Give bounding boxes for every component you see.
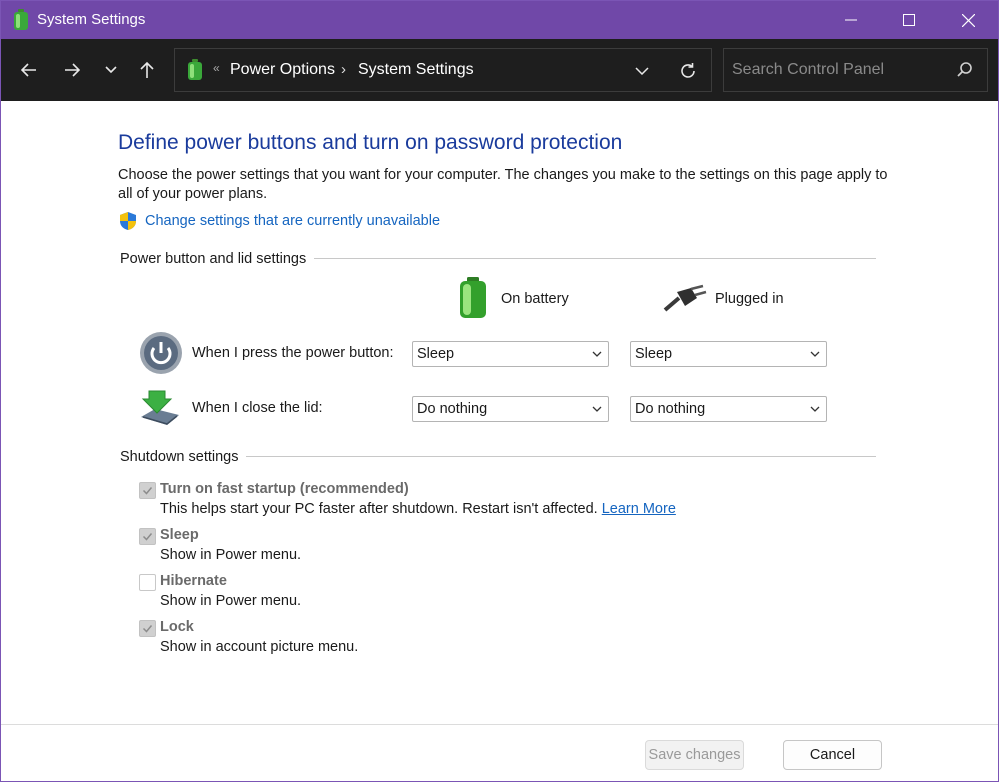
breadcrumb-chevron-icon[interactable]: › [341,61,346,78]
select-value: Sleep [635,346,673,362]
maximize-icon [903,14,915,26]
select-value: Do nothing [635,401,706,417]
power-group-divider [314,258,876,259]
fast-startup-desc-text: This helps start your PC faster after sh… [160,501,602,517]
refresh-icon [681,63,695,78]
search-box[interactable] [723,48,988,92]
battery-app-icon [14,9,28,30]
close-button[interactable] [938,1,998,39]
up-button[interactable] [132,55,162,85]
window-title: System Settings [37,11,146,28]
address-dropdown-button[interactable] [630,59,654,83]
column-plugged-in: Plugged in [715,291,784,307]
close-lid-plugged-in-select[interactable]: Do nothing [630,396,827,422]
chevron-down-icon [592,351,602,357]
breadcrumb-power-options[interactable]: Power Options [230,61,335,79]
row-label-power-button: When I press the power button: [192,345,394,361]
forward-button[interactable] [57,55,87,85]
cancel-button[interactable]: Cancel [783,740,882,770]
search-input[interactable] [732,59,952,81]
chevron-down-icon [810,351,820,357]
power-button-icon [140,332,182,374]
select-value: Sleep [417,346,455,362]
navigation-bar: « Power Options › System Settings [1,39,998,101]
search-icon[interactable] [956,61,974,79]
select-value: Do nothing [417,401,488,417]
lock-checkbox[interactable] [139,620,156,637]
chevron-down-icon [635,67,649,75]
checkmark-icon [142,487,153,495]
laptop-lid-icon [141,390,179,425]
hibernate-title: Hibernate [160,573,227,589]
row-label-close-lid: When I close the lid: [192,400,323,416]
breadcrumb-system-settings[interactable]: System Settings [358,61,474,79]
close-icon [961,13,975,27]
sleep-title: Sleep [160,527,199,543]
dialog-footer: Save changes Cancel [1,724,998,781]
power-button-on-battery-select[interactable]: Sleep [412,341,609,367]
sleep-description: Show in Power menu. [160,547,302,563]
uac-shield-icon [120,212,136,230]
column-on-battery: On battery [501,291,569,307]
fast-startup-description: This helps start your PC faster after sh… [160,501,676,517]
lock-title: Lock [160,619,194,635]
refresh-button[interactable] [675,59,701,83]
save-changes-button[interactable]: Save changes [645,740,744,770]
fast-startup-checkbox[interactable] [139,482,156,499]
chevron-down-icon [105,66,117,74]
address-overflow-icon[interactable]: « [213,61,220,75]
arrow-right-icon [65,63,80,77]
power-button-plugged-in-select[interactable]: Sleep [630,341,827,367]
minimize-button[interactable] [821,1,881,39]
fast-startup-title: Turn on fast startup (recommended) [160,481,409,497]
chevron-down-icon [810,406,820,412]
learn-more-link[interactable]: Learn More [602,501,676,517]
battery-location-icon [188,59,202,80]
power-group-label: Power button and lid settings [120,251,315,267]
recent-locations-button[interactable] [96,55,126,85]
power-plug-icon [663,284,707,312]
shutdown-group-label: Shutdown settings [120,449,247,465]
back-button[interactable] [14,55,44,85]
arrow-up-icon [140,61,154,78]
hibernate-description: Show in Power menu. [160,593,302,609]
change-unavailable-settings-link[interactable]: Change settings that are currently unava… [145,213,440,229]
title-bar[interactable]: System Settings [1,1,998,39]
hibernate-checkbox[interactable] [139,574,156,591]
sleep-checkbox[interactable] [139,528,156,545]
battery-icon [460,277,486,318]
page-title: Define power buttons and turn on passwor… [118,131,623,154]
page-description: Choose the power settings that you want … [118,167,888,202]
maximize-button[interactable] [879,1,939,39]
lock-description: Show in account picture menu. [160,639,359,655]
minimize-icon [845,19,857,21]
address-bar[interactable]: « Power Options › System Settings [174,48,712,92]
chevron-down-icon [592,406,602,412]
checkmark-icon [142,625,153,633]
system-settings-window: System Settings « Power Options › System… [0,0,999,782]
arrow-left-icon [21,63,36,77]
shutdown-group-divider [246,456,876,457]
checkmark-icon [142,533,153,541]
content-area: Define power buttons and turn on passwor… [1,101,998,723]
close-lid-on-battery-select[interactable]: Do nothing [412,396,609,422]
